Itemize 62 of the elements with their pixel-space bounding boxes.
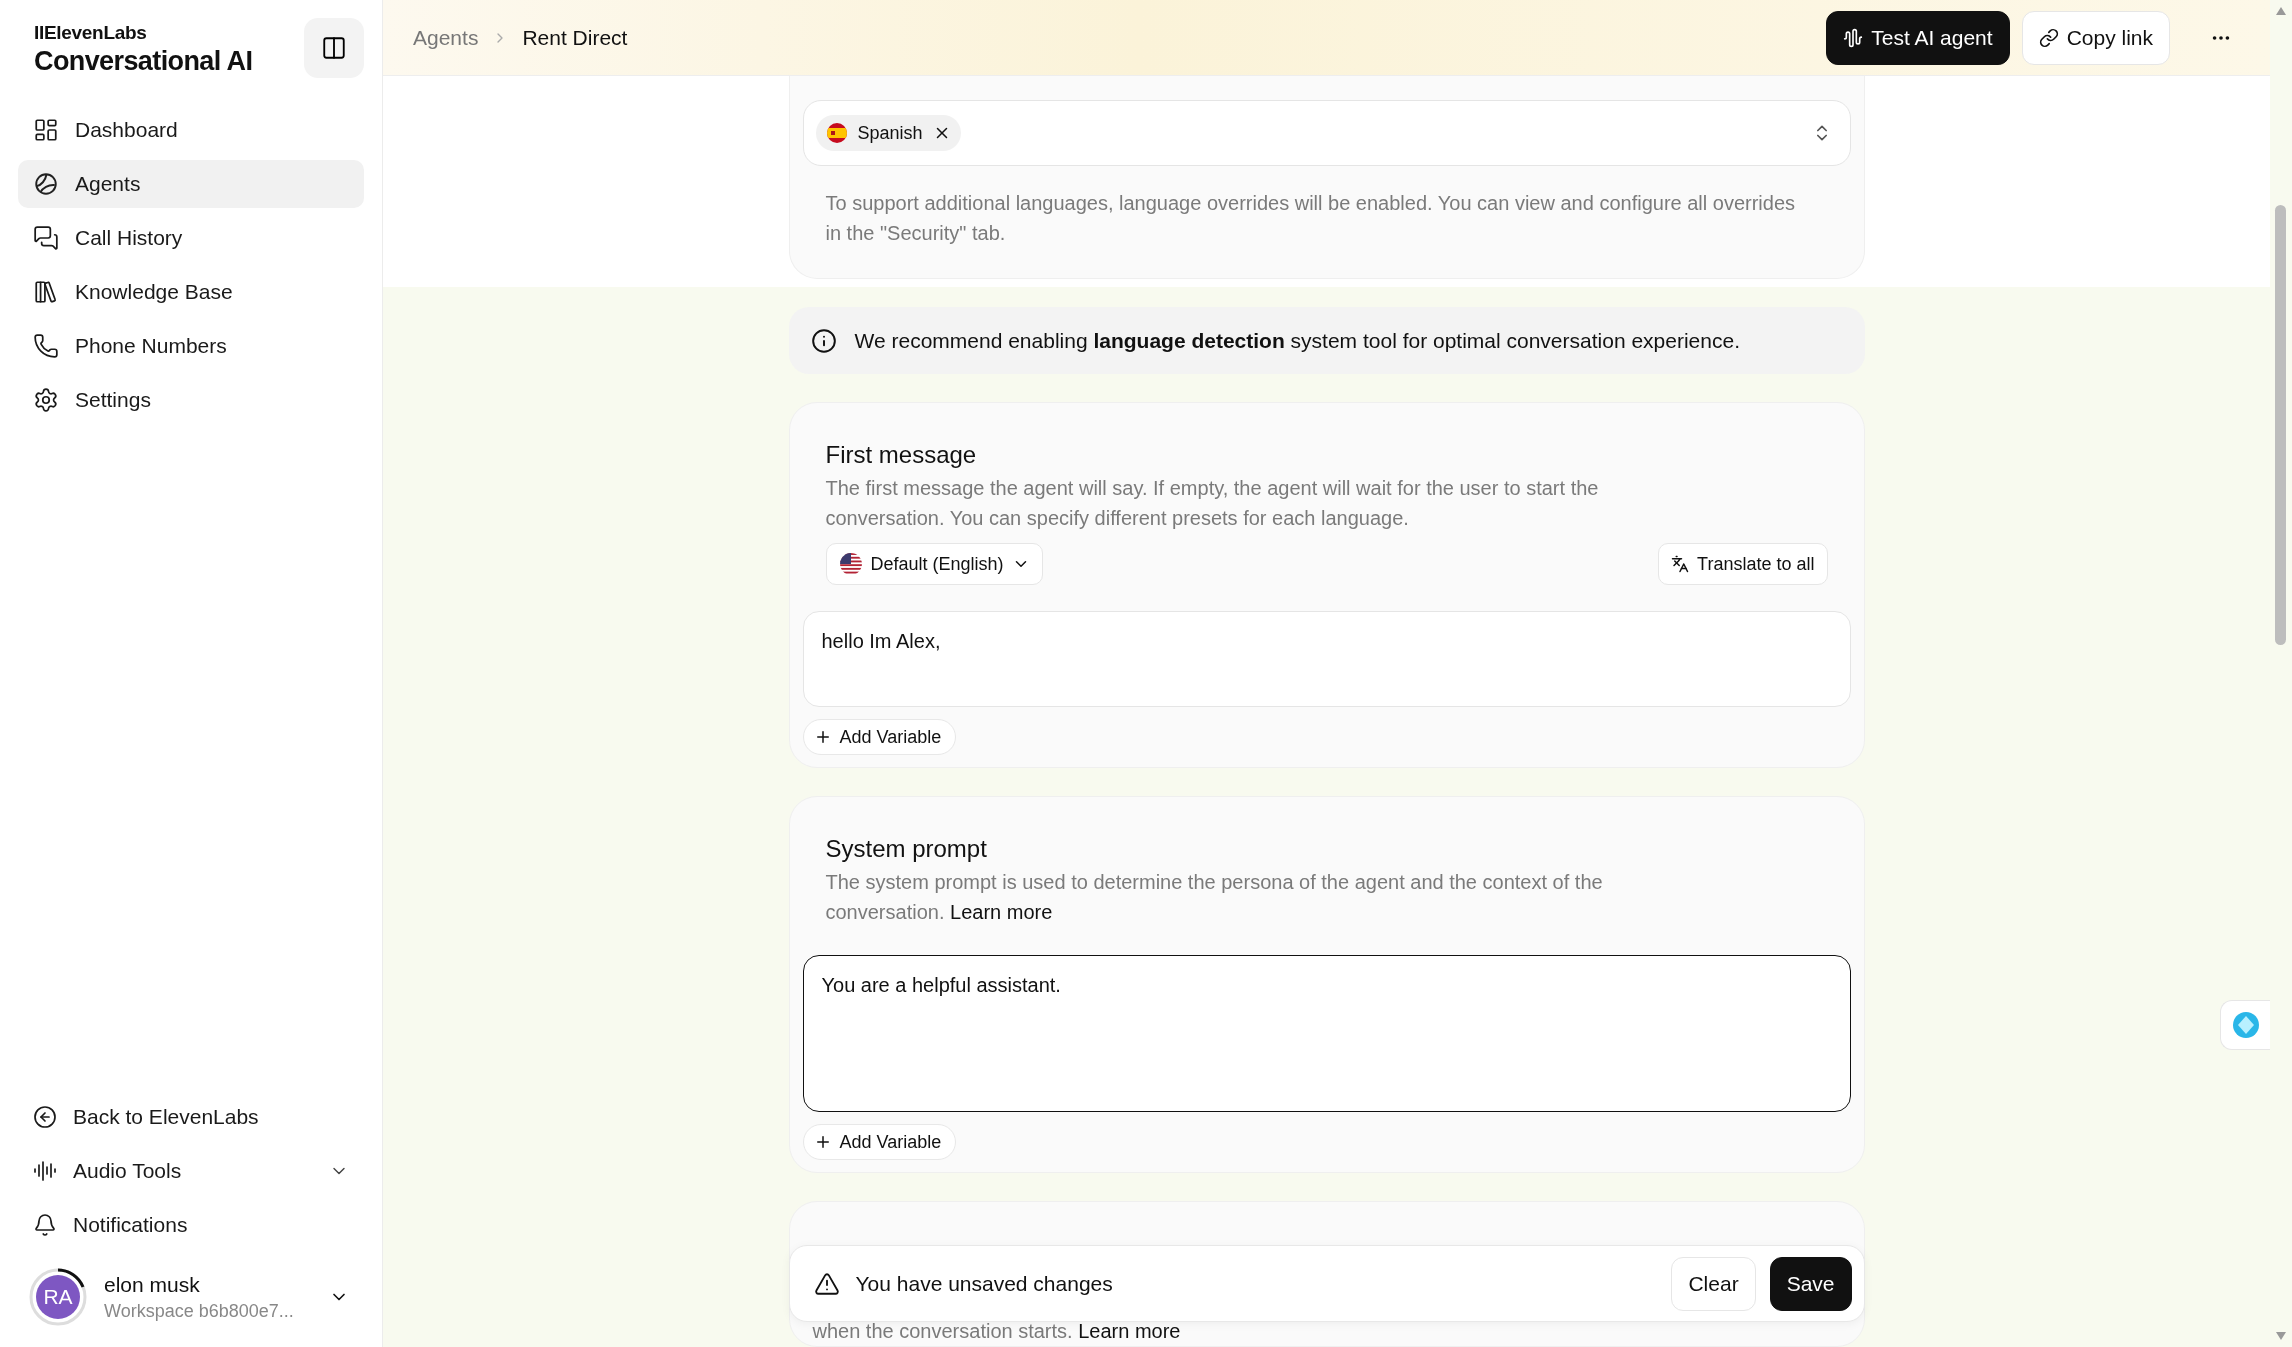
arrow-left-circle-icon — [33, 1105, 57, 1129]
nav-item[interactable]: Agents — [18, 160, 364, 208]
avatar-ring-icon — [28, 1267, 88, 1327]
scroll-down-icon[interactable] — [2275, 1331, 2287, 1341]
nav-item[interactable]: Call History — [18, 214, 364, 262]
info-icon — [810, 327, 837, 354]
section-title: System prompt — [825, 834, 988, 864]
add-variable-button[interactable]: Add Variable — [802, 719, 957, 755]
link-icon — [2038, 27, 2059, 48]
translate-button[interactable]: Translate to all — [1658, 543, 1828, 585]
add-variable-button[interactable]: Add Variable — [802, 1124, 957, 1160]
sidebar-toggle-button[interactable] — [304, 18, 364, 78]
learn-more-link[interactable]: Learn more — [950, 901, 1053, 923]
audio-lines-icon — [33, 1159, 57, 1183]
language-label: Spanish — [857, 122, 923, 144]
message-field[interactable]: You are a helpful assistant. — [802, 955, 1851, 1112]
section-description: The system prompt is used to determine the persona of the agent and the context of the conversation. Learn more — [825, 870, 1604, 925]
panel-icon — [321, 35, 347, 61]
scroll-up-icon[interactable] — [2275, 6, 2287, 16]
nav-item[interactable]: Dashboard — [18, 106, 364, 154]
product-title: Conversational AI — [34, 46, 253, 77]
message-field[interactable]: hello Im Alex, — [802, 611, 1851, 707]
language-dropdown[interactable]: Default (English) — [825, 543, 1043, 585]
section-title: First message — [825, 440, 978, 470]
user-name: elon musk — [104, 1272, 201, 1297]
banner-text: We recommend enabling language detection system tool for optimal conversation experience. — [854, 328, 1740, 353]
warning-icon — [813, 1270, 840, 1297]
breadcrumb[interactable]: Agents — [413, 25, 479, 50]
waveform-icon — [1843, 27, 1864, 48]
copy-link-button[interactable]: Copy link — [2021, 10, 2170, 65]
nav-item[interactable]: Phone Numbers — [18, 322, 364, 370]
nav-item[interactable]: Settings — [18, 376, 364, 424]
phone-icon — [33, 333, 59, 359]
learn-more-link[interactable]: Learn more — [1078, 1320, 1181, 1342]
unsaved-message: You have unsaved changes — [855, 1271, 1113, 1296]
sidebar-item[interactable]: Notifications — [18, 1201, 364, 1249]
workspace-name: Workspace b6b800e7... — [104, 1300, 295, 1322]
scrollbar[interactable] — [2270, 0, 2292, 1347]
nav-item[interactable]: Knowledge Base — [18, 268, 364, 316]
gem-icon — [2231, 1011, 2260, 1039]
language-select[interactable]: Spanish — [802, 100, 1851, 166]
language-note: To support additional languages, language overrides will be enabled. You can view and configure all overrides in the "Security" tab. — [825, 191, 1797, 246]
breadcrumb[interactable]: Rent Direct — [522, 25, 628, 50]
globe-icon — [33, 171, 59, 197]
floating-widget-button[interactable] — [2220, 1000, 2270, 1050]
sidebar-item[interactable]: Audio Tools — [18, 1147, 364, 1195]
sidebar-item[interactable]: Back to ElevenLabs — [18, 1093, 364, 1141]
flag-icon — [838, 552, 863, 576]
translate-icon — [1671, 555, 1690, 573]
dashboard-icon — [33, 117, 59, 143]
test-agent-button[interactable]: Test AI agent — [1826, 10, 2010, 65]
books-icon — [33, 279, 59, 305]
save-button[interactable]: Save — [1769, 1256, 1852, 1311]
bell-icon — [33, 1213, 57, 1237]
settings-icon — [33, 387, 59, 413]
section-description: The first message the agent will say. If empty, the agent will wait for the user to start the conversation. You can specify different presets for each language. — [825, 476, 1600, 531]
user-avatar[interactable]: RA — [36, 1275, 80, 1319]
chat-bubbles-icon — [33, 225, 59, 251]
flag-icon — [825, 122, 848, 144]
scroll-thumb[interactable] — [2275, 205, 2286, 645]
brand-logo: IIElevenLabs — [34, 22, 148, 44]
clear-button[interactable]: Clear — [1671, 1256, 1756, 1311]
